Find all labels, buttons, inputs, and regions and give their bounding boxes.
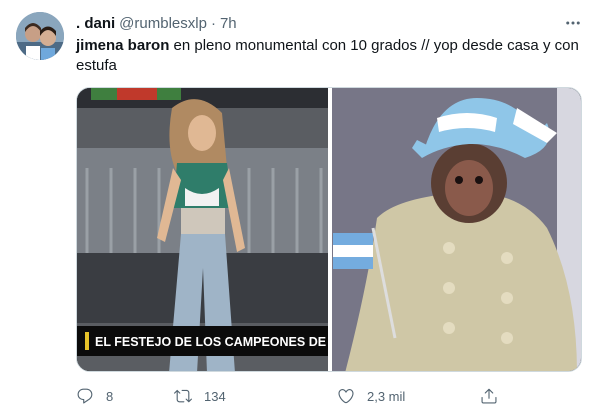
tweet-text: jimena baron en pleno monumental con 10 … — [76, 36, 586, 76]
reply-count: 8 — [106, 388, 114, 404]
tweet-text-bold: jimena baron — [76, 37, 170, 54]
tweet-timestamp[interactable]: 7h — [220, 15, 237, 32]
more-options-button[interactable] — [562, 12, 584, 34]
display-name[interactable]: . dani — [76, 15, 115, 32]
tweet-actions: 8 134 2,3 mil — [76, 384, 516, 408]
reply-icon — [77, 388, 93, 404]
avatar[interactable] — [16, 12, 64, 60]
tweet[interactable]: . dani @rumblesxlp · 7h jimena baron en … — [0, 0, 598, 418]
share-button[interactable] — [480, 384, 498, 408]
reply-button[interactable]: 8 — [76, 384, 113, 408]
heart-icon — [338, 389, 354, 404]
share-icon — [481, 388, 497, 404]
retweet-button[interactable]: 134 — [174, 384, 226, 408]
retweet-count: 134 — [204, 388, 226, 404]
more-horizontal-icon — [566, 21, 580, 25]
media-caption: EL FESTEJO DE LOS CAMPEONES DE A — [95, 335, 338, 349]
tweet-media[interactable]: EL FESTEJO DE LOS CAMPEONES DE A — [76, 87, 582, 372]
tweet-header: . dani @rumblesxlp · 7h — [76, 13, 237, 33]
user-handle[interactable]: @rumblesxlp — [119, 15, 207, 32]
retweet-icon — [174, 389, 192, 403]
media-photo-right[interactable] — [332, 88, 582, 372]
like-count: 2,3 mil — [367, 388, 406, 404]
media-photo-left[interactable]: EL FESTEJO DE LOS CAMPEONES DE A — [77, 88, 338, 372]
separator-dot: · — [210, 14, 216, 32]
like-button[interactable]: 2,3 mil — [337, 384, 405, 408]
